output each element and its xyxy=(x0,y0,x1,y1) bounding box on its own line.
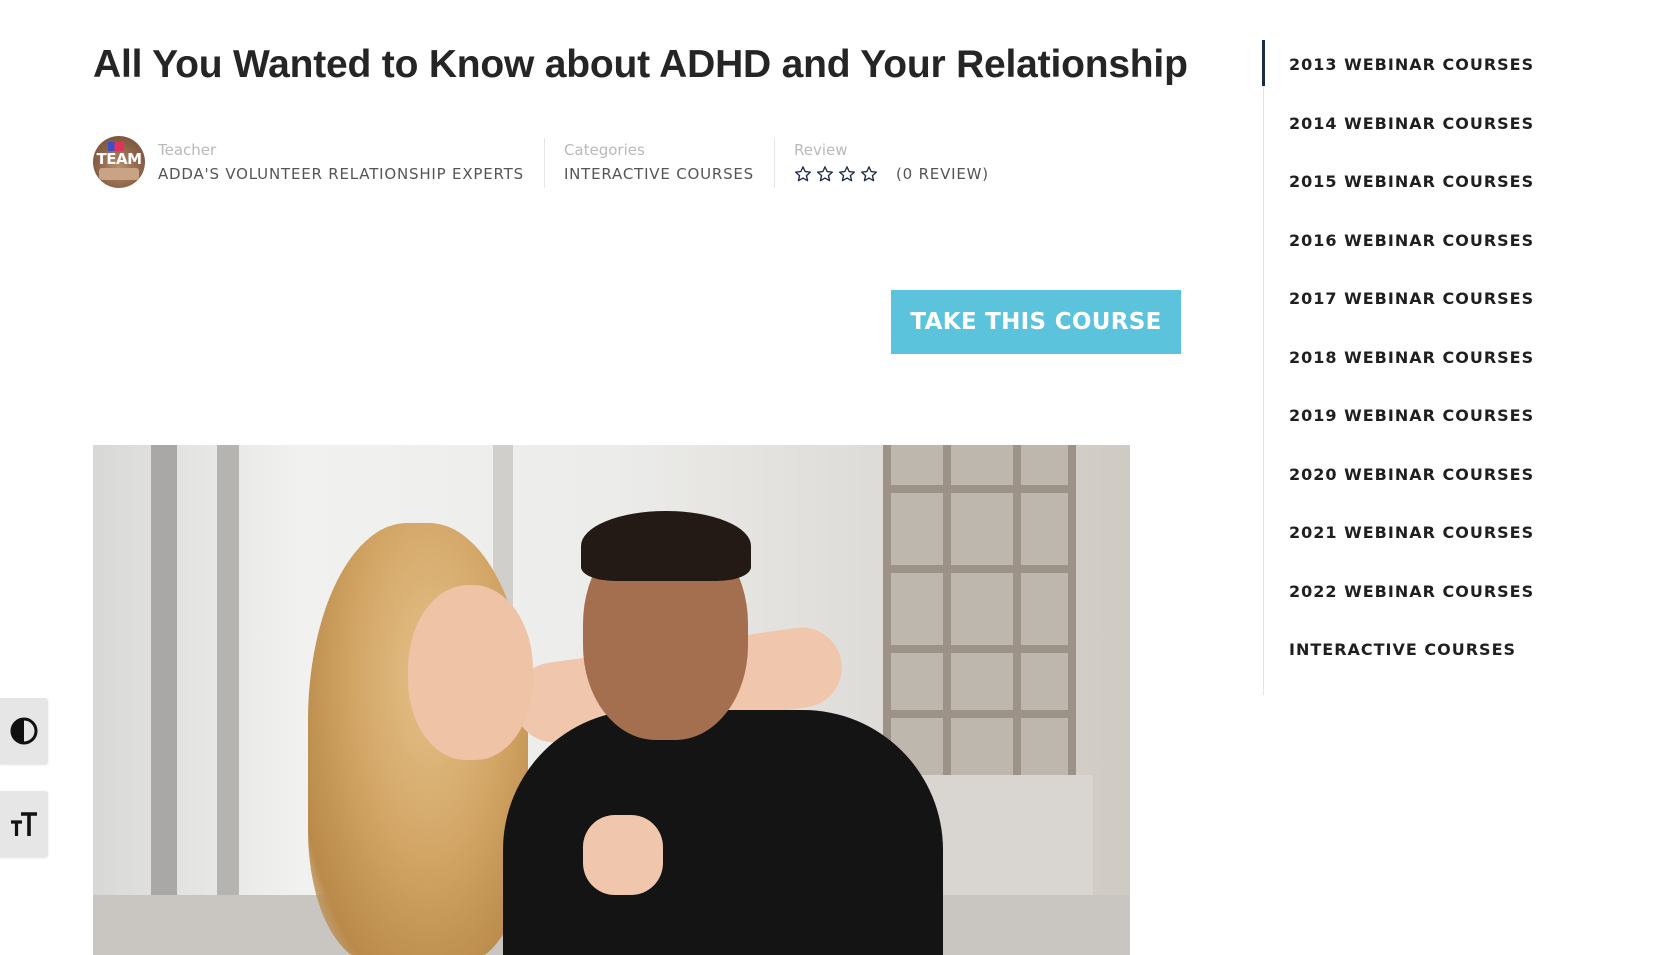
avatar-team-text: TEAM xyxy=(96,150,142,168)
hero-shelf-post xyxy=(943,445,951,775)
hero-man-hair xyxy=(581,511,751,581)
sidebar-item: INTERACTIVE COURSES xyxy=(1263,625,1663,684)
teacher-meta: Teacher ADDA'S VOLUNTEER RELATIONSHIP EX… xyxy=(145,136,544,184)
sidebar-item: 2019 WEBINAR COURSES xyxy=(1263,391,1663,450)
avatar-table xyxy=(99,168,139,180)
review-count: (0 REVIEW) xyxy=(896,165,989,183)
contrast-toggle-button[interactable] xyxy=(0,698,48,764)
sidebar-link-2020-webinar-courses[interactable]: 2020 WEBINAR COURSES xyxy=(1289,460,1534,490)
hero-man-body xyxy=(503,710,943,955)
sidebar-link-2015-webinar-courses[interactable]: 2015 WEBINAR COURSES xyxy=(1289,167,1534,197)
review-row: (0 REVIEW) xyxy=(794,164,989,184)
sidebar-link-interactive-courses[interactable]: INTERACTIVE COURSES xyxy=(1289,635,1516,665)
hero-shelf-post xyxy=(1068,445,1076,775)
sidebar-list: 2013 WEBINAR COURSES 2014 WEBINAR COURSES… xyxy=(1263,40,1663,684)
hero-wall-pillar xyxy=(217,445,239,955)
sidebar-item: 2022 WEBINAR COURSES xyxy=(1263,567,1663,626)
sidebar-link-2022-webinar-courses[interactable]: 2022 WEBINAR COURSES xyxy=(1289,577,1534,607)
rating-stars xyxy=(794,165,878,183)
sidebar-link-2019-webinar-courses[interactable]: 2019 WEBINAR COURSES xyxy=(1289,401,1534,431)
sidebar-item: 2018 WEBINAR COURSES xyxy=(1263,333,1663,392)
sidebar-link-2017-webinar-courses[interactable]: 2017 WEBINAR COURSES xyxy=(1289,284,1534,314)
sidebar-link-2013-webinar-courses[interactable]: 2013 WEBINAR COURSES xyxy=(1289,50,1534,80)
course-meta: TEAM Teacher ADDA'S VOLUNTEER RELATIONSH… xyxy=(93,136,1009,192)
sidebar-item: 2014 WEBINAR COURSES xyxy=(1263,99,1663,158)
category-link[interactable]: INTERACTIVE COURSES xyxy=(564,164,754,184)
review-meta: Review (0 REVIEW) xyxy=(774,136,1009,188)
sidebar-item: 2016 WEBINAR COURSES xyxy=(1263,216,1663,275)
hero-shelf-post xyxy=(883,445,891,775)
sidebar-item: 2013 WEBINAR COURSES xyxy=(1263,40,1663,99)
categories-label: Categories xyxy=(563,141,645,159)
hero-shelf-board xyxy=(883,645,1073,653)
hero-fist xyxy=(583,815,663,895)
sidebar-link-2021-webinar-courses[interactable]: 2021 WEBINAR COURSES xyxy=(1289,518,1534,548)
teacher-label: Teacher xyxy=(158,141,217,159)
star-icon xyxy=(838,165,856,183)
course-title: All You Wanted to Know about ADHD and Yo… xyxy=(93,43,1188,86)
sidebar-link-2018-webinar-courses[interactable]: 2018 WEBINAR COURSES xyxy=(1289,343,1534,373)
sidebar-link-2014-webinar-courses[interactable]: 2014 WEBINAR COURSES xyxy=(1289,109,1534,139)
star-icon xyxy=(816,165,834,183)
teacher-name-link[interactable]: ADDA'S VOLUNTEER RELATIONSHIP EXPERTS xyxy=(158,164,524,184)
hero-shelf-board xyxy=(883,485,1073,493)
take-this-course-button[interactable]: TAKE THIS COURSE xyxy=(891,290,1181,354)
star-icon xyxy=(860,165,878,183)
hero-shelf xyxy=(883,445,1073,775)
contrast-icon xyxy=(10,717,38,745)
hero-shelf-post xyxy=(1013,445,1021,775)
teacher-avatar[interactable]: TEAM xyxy=(93,136,145,188)
hero-wall-pillar xyxy=(151,445,177,955)
hero-shelf-board xyxy=(883,565,1073,573)
sidebar-item: 2017 WEBINAR COURSES xyxy=(1263,274,1663,333)
sidebar-item: 2021 WEBINAR COURSES xyxy=(1263,508,1663,567)
star-icon xyxy=(794,165,812,183)
course-category-sidebar: 2013 WEBINAR COURSES 2014 WEBINAR COURSES… xyxy=(1262,40,1663,695)
hero-shelf-board xyxy=(883,710,1073,718)
font-size-icon xyxy=(11,812,37,836)
hero-woman-face xyxy=(408,585,533,760)
sidebar-item: 2015 WEBINAR COURSES xyxy=(1263,157,1663,216)
sidebar-item: 2020 WEBINAR COURSES xyxy=(1263,450,1663,509)
font-size-button[interactable] xyxy=(0,791,48,857)
categories-meta: Categories INTERACTIVE COURSES xyxy=(543,136,774,188)
review-label: Review xyxy=(794,141,848,159)
course-hero-image xyxy=(93,445,1130,955)
sidebar-link-2016-webinar-courses[interactable]: 2016 WEBINAR COURSES xyxy=(1289,226,1534,256)
